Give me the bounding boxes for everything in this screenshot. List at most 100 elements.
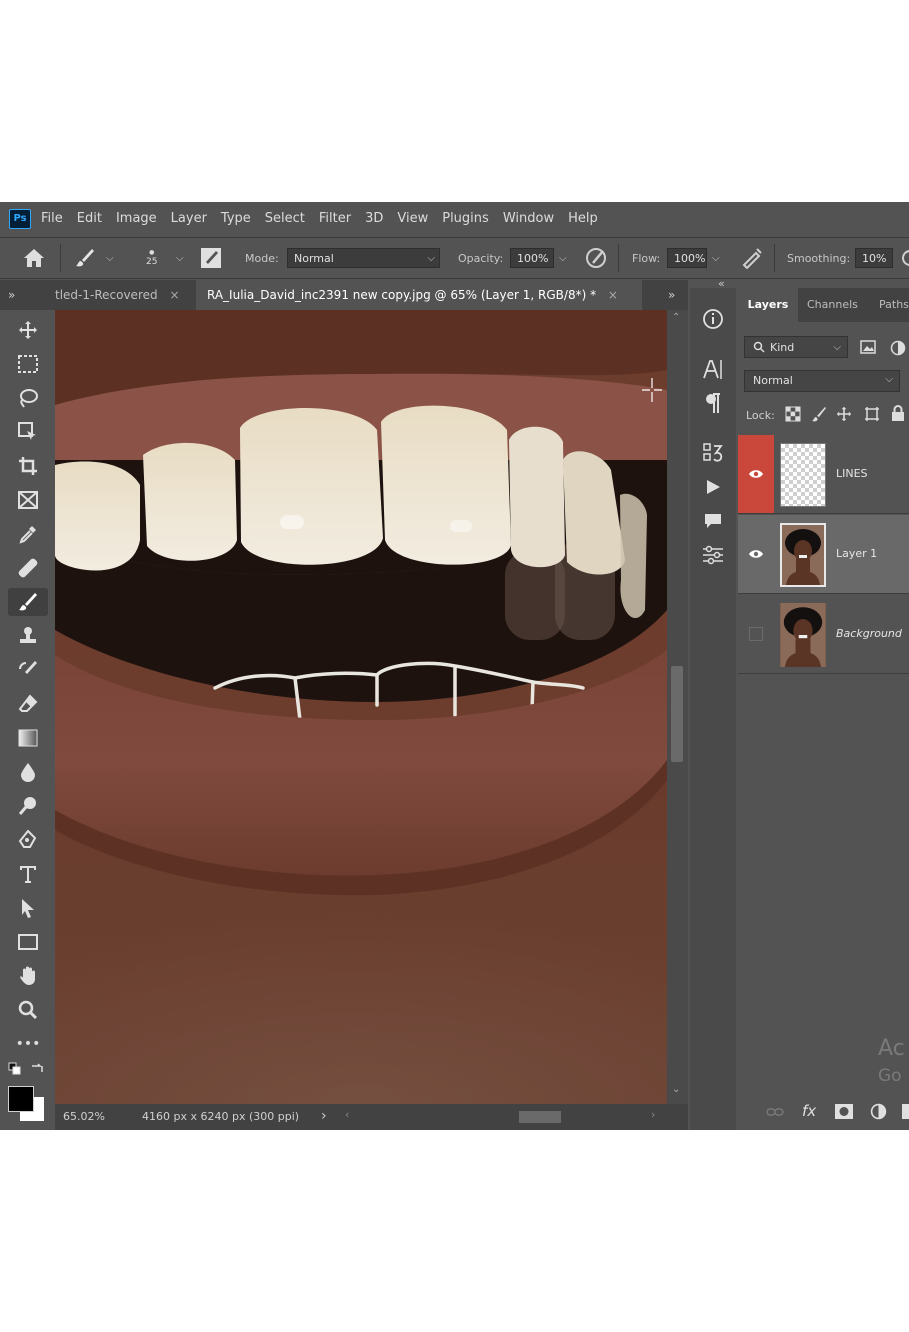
move-tool[interactable] — [8, 316, 48, 344]
menu-edit[interactable]: Edit — [77, 211, 102, 226]
group-icon[interactable] — [902, 1104, 909, 1119]
menu-file[interactable]: File — [41, 211, 63, 226]
zoom-tool[interactable] — [8, 996, 48, 1024]
path-selection-tool[interactable] — [8, 894, 48, 922]
menu-filter[interactable]: Filter — [319, 211, 351, 226]
zoom-level[interactable]: 65.02% — [63, 1110, 105, 1123]
crop-tool[interactable] — [8, 452, 48, 480]
brush-settings-toggle[interactable] — [200, 238, 222, 278]
bandage-icon — [18, 558, 38, 578]
menu-image[interactable]: Image — [116, 211, 157, 226]
info-panel-button[interactable] — [690, 304, 736, 334]
comments-panel-button[interactable] — [690, 506, 736, 536]
lock-all-button[interactable] — [891, 405, 905, 425]
adjustments-panel-button[interactable] — [690, 540, 736, 570]
home-button[interactable] — [22, 238, 46, 278]
status-menu-arrow[interactable]: › — [321, 1108, 327, 1124]
mask-icon[interactable] — [835, 1104, 853, 1119]
lock-position-button[interactable] — [836, 406, 852, 425]
healing-brush-tool[interactable] — [8, 554, 48, 582]
horizontal-scroll-thumb[interactable] — [519, 1111, 561, 1123]
marquee-tool[interactable] — [8, 350, 48, 378]
smoothing-input[interactable]: 10% — [855, 238, 893, 278]
dodge-tool[interactable] — [8, 792, 48, 820]
tab-recovered[interactable]: tled-1-Recovered × — [55, 280, 190, 310]
layer-filter-select[interactable]: Kind ⌵ — [744, 336, 848, 358]
opacity-input[interactable]: 100% ⌵ — [510, 238, 567, 278]
hand-tool[interactable] — [8, 962, 48, 990]
object-selection-tool[interactable] — [8, 418, 48, 446]
paragraph-panel-button[interactable] — [690, 388, 736, 418]
layer-visibility-toggle[interactable] — [738, 435, 774, 513]
menu-window[interactable]: Window — [503, 211, 554, 226]
layer-row-lines[interactable]: LINES — [738, 435, 909, 514]
scroll-down-icon[interactable]: ⌄ — [672, 1084, 680, 1095]
photoshop-logo[interactable]: Ps — [9, 208, 31, 229]
character-panel-button[interactable] — [690, 354, 736, 384]
gradient-tool[interactable] — [8, 724, 48, 752]
menu-help[interactable]: Help — [568, 211, 598, 226]
scroll-right-icon[interactable]: › — [651, 1108, 655, 1121]
tab-channels[interactable]: Channels — [807, 288, 858, 322]
vertical-scrollbar[interactable]: ⌃ ⌄ — [667, 310, 688, 1104]
lasso-tool[interactable] — [8, 384, 48, 412]
type-tool[interactable] — [8, 860, 48, 888]
lock-transparency-button[interactable] — [785, 406, 801, 425]
menu-plugins[interactable]: Plugins — [442, 211, 489, 226]
horizontal-scrollbar[interactable]: ‹ › — [345, 1108, 665, 1124]
tab-layers[interactable]: Layers — [738, 288, 798, 322]
chevron-down-icon[interactable]: ⌵ — [176, 238, 184, 278]
more-tools-button[interactable]: ••• — [8, 1030, 48, 1058]
default-colors-icon[interactable] — [8, 1062, 22, 1076]
smoothing-options-button[interactable] — [900, 238, 909, 278]
brush-size-picker[interactable]: ● 25 — [146, 238, 157, 278]
menu-3d[interactable]: 3D — [365, 211, 383, 226]
pen-tool[interactable] — [8, 826, 48, 854]
eraser-icon — [18, 694, 38, 712]
fx-button[interactable]: fx — [802, 1102, 816, 1120]
airbrush-toggle[interactable] — [740, 238, 764, 278]
menu-type[interactable]: Type — [221, 211, 251, 226]
clone-stamp-tool[interactable] — [8, 622, 48, 650]
foreground-color-swatch[interactable] — [8, 1086, 34, 1112]
scroll-left-icon[interactable]: ‹ — [345, 1108, 349, 1121]
lock-pixels-button[interactable] — [811, 406, 827, 425]
filter-adjustment-button[interactable] — [890, 340, 906, 359]
layer-row-background[interactable]: Background — [738, 595, 909, 674]
close-icon[interactable]: × — [169, 288, 179, 302]
layer-visibility-toggle[interactable] — [738, 595, 774, 673]
expand-toolbar-button[interactable]: » — [8, 280, 24, 310]
blur-tool[interactable] — [8, 758, 48, 786]
rectangle-tool[interactable] — [8, 928, 48, 956]
history-panel-button[interactable] — [690, 438, 736, 468]
actions-panel-button[interactable] — [690, 472, 736, 502]
brush-tool[interactable] — [8, 588, 48, 616]
frame-tool[interactable] — [8, 486, 48, 514]
document-canvas[interactable] — [55, 310, 667, 1104]
layer-name: Layer 1 — [836, 547, 878, 560]
eyedropper-tool[interactable] — [8, 520, 48, 548]
menu-layer[interactable]: Layer — [171, 211, 207, 226]
pressure-opacity-toggle[interactable] — [584, 238, 608, 278]
eraser-tool[interactable] — [8, 690, 48, 718]
tab-paths[interactable]: Paths — [879, 288, 909, 322]
flow-input[interactable]: 100% ⌵ — [667, 238, 720, 278]
brush-preset-picker[interactable]: ⌵ — [74, 238, 114, 278]
scroll-up-icon[interactable]: ⌃ — [672, 312, 680, 323]
vertical-scroll-thumb[interactable] — [671, 666, 683, 762]
mode-select[interactable]: Normal ⌵ — [287, 238, 440, 278]
layer-row-layer-1[interactable]: Layer 1 — [738, 515, 909, 594]
close-icon[interactable]: × — [608, 288, 618, 302]
link-icon[interactable] — [766, 1106, 784, 1118]
menu-select[interactable]: Select — [265, 211, 305, 226]
tab-overflow-button[interactable]: » — [668, 280, 675, 310]
adjustment-layer-icon[interactable] — [870, 1103, 887, 1120]
swap-colors-icon[interactable] — [30, 1062, 44, 1076]
lock-artboard-button[interactable] — [864, 406, 880, 425]
menu-view[interactable]: View — [397, 211, 428, 226]
blend-mode-select[interactable]: Normal ⌵ — [744, 370, 900, 392]
tab-active-document[interactable]: RA_Iulia_David_inc2391 new copy.jpg @ 65… — [196, 280, 642, 310]
layer-visibility-toggle[interactable] — [738, 515, 774, 593]
history-brush-tool[interactable] — [8, 656, 48, 684]
filter-pixel-button[interactable] — [860, 340, 876, 357]
